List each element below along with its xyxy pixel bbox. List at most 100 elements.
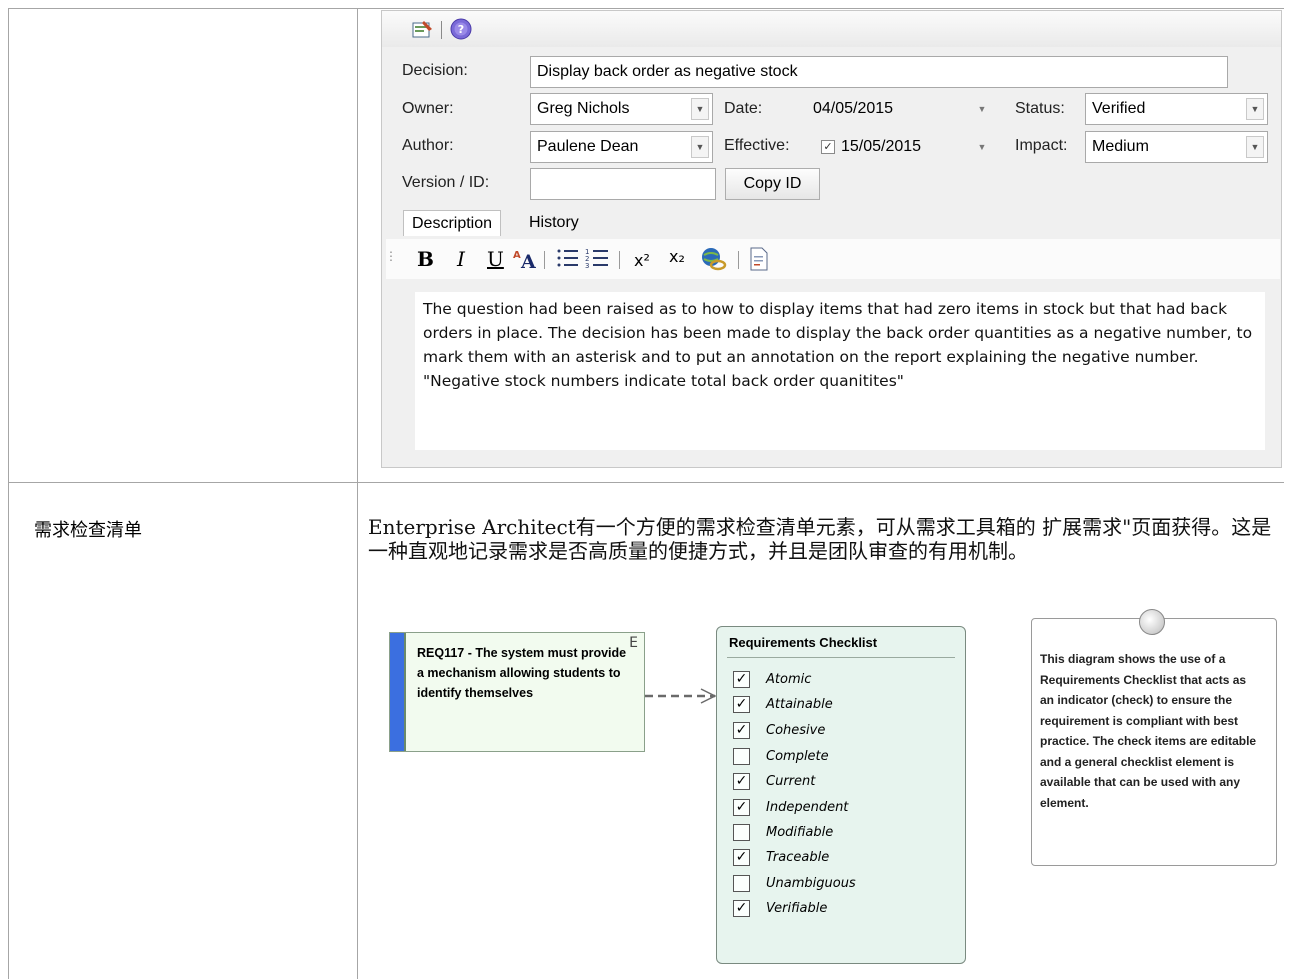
effective-value: 15/05/2015 [841,138,922,155]
hyperlink-icon[interactable] [701,247,727,276]
requirement-text: REQ117 - The system must provide a mecha… [417,646,627,700]
checklist-item: ✓ Independent [733,796,848,818]
copy-id-button-label: Copy ID [743,175,802,192]
pin-icon [1139,609,1165,635]
date-value: 04/05/2015 [813,100,894,117]
checklist-item-label: Modifiable [766,824,834,840]
checklist-item-label: Attainable [766,696,833,712]
row-label-requirements-checklist: 需求检查清单 [34,520,142,541]
requirement-color-bar [390,633,406,751]
tab-description-label: Description [412,214,493,232]
tab-history-label: History [529,214,579,231]
impact-combo[interactable]: Medium ▼ [1085,131,1268,163]
version-field[interactable] [530,168,716,200]
checklist-item-label: Unambiguous [766,875,856,891]
svg-text:3: 3 [585,262,589,269]
checkbox-unchecked-icon [733,874,750,892]
note-text: This diagram shows the use of a Requirem… [1040,652,1257,810]
checklist-divider [727,657,955,658]
table-border-top [8,8,1284,9]
font-color-icon[interactable]: AA [513,247,539,276]
checklist-item: ✓ Cohesive [733,719,825,741]
version-label: Version / ID: [402,174,490,191]
date-picker[interactable]: 04/05/2015 ▼ [812,93,992,125]
document-icon[interactable] [749,247,769,276]
chevron-down-icon[interactable]: ▼ [1246,136,1264,158]
effective-label: Effective: [724,137,790,154]
owner-value: Greg Nichols [537,100,630,117]
table-column-divider [357,8,358,979]
toolbar-separator [544,251,545,269]
chevron-down-icon[interactable]: ▼ [691,136,709,158]
checklist-title: Requirements Checklist [729,635,878,650]
checklist-item-label: Cohesive [766,722,826,738]
properties-icon[interactable] [412,19,434,44]
checklist-item-label: Traceable [766,849,830,865]
toolbar-separator [441,21,442,39]
checklist-item: ✓ Verifiable [733,897,827,919]
svg-text:?: ? [458,23,464,36]
toolbar-separator [619,251,620,269]
toolbar-grip-icon: ⋮ [385,249,397,263]
checkbox-checked-icon: ✓ [733,695,750,713]
svg-text:A: A [513,250,521,261]
owner-combo[interactable]: Greg Nichols ▼ [530,93,713,125]
checklist-item-label: Atomic [766,671,812,687]
author-label: Author: [402,137,454,154]
bold-button[interactable]: B [417,247,434,271]
checkbox-checked-icon: ✓ [733,848,750,866]
dependency-connector [645,688,717,704]
numbered-list-icon[interactable]: 123 [585,247,611,274]
checklist-item: Unambiguous [733,872,856,894]
checklist-item-label: Current [766,773,816,789]
checkbox-checked-icon: ✓ [733,798,750,816]
date-label: Date: [724,100,763,117]
checklist-item: ✓ Atomic [733,668,811,690]
help-icon[interactable]: ? [450,18,472,45]
description-text: The question had been raised as to how t… [423,300,1253,390]
subscript-button[interactable]: x₂ [669,247,685,266]
table-row-divider [8,482,1284,483]
bulleted-list-icon[interactable] [556,247,580,274]
checkbox-unchecked-icon [733,823,750,841]
author-combo[interactable]: Paulene Dean ▼ [530,131,713,163]
author-value: Paulene Dean [537,138,639,155]
status-value: Verified [1092,100,1146,117]
superscript-button[interactable]: x² [634,251,650,270]
status-label: Status: [1015,100,1065,117]
effective-checkbox[interactable]: ✓ [821,140,835,154]
note-element: This diagram shows the use of a Requirem… [1031,609,1277,866]
description-editor[interactable]: The question had been raised as to how t… [415,292,1265,450]
checkbox-checked-icon: ✓ [733,772,750,790]
checklist-item-label: Complete [766,748,829,764]
checkbox-checked-icon: ✓ [733,721,750,739]
impact-value: Medium [1092,138,1149,155]
checklist-item: Modifiable [733,821,833,843]
svg-text:A: A [520,251,536,271]
chevron-down-icon[interactable]: ▼ [975,138,989,156]
decision-label: Decision: [402,62,468,79]
tab-description[interactable]: Description [403,210,502,236]
dialog-toolbar: ? [382,11,1281,47]
decision-value: Display back order as negative stock [537,63,798,80]
checkbox-unchecked-icon [733,747,750,765]
rich-text-toolbar: ⋮ B I U AA 123 x² x₂ [385,239,1280,279]
status-combo[interactable]: Verified ▼ [1085,93,1268,125]
italic-button[interactable]: I [457,247,465,271]
checklist-item: Complete [733,745,829,767]
owner-label: Owner: [402,100,454,117]
effective-date-picker[interactable]: ✓ 15/05/2015 ▼ [816,131,992,163]
checklist-item: ✓ Traceable [733,846,829,868]
chevron-down-icon[interactable]: ▼ [1246,98,1264,120]
copy-id-button[interactable]: Copy ID [725,168,820,200]
underline-button[interactable]: U [487,247,504,271]
chevron-down-icon[interactable]: ▼ [975,100,989,118]
tab-history[interactable]: History [521,210,587,236]
checklist-item-label: Verifiable [766,900,828,916]
chevron-down-icon[interactable]: ▼ [691,98,709,120]
checklist-item-label: Independent [766,799,849,815]
checkbox-checked-icon: ✓ [733,899,750,917]
checklist-item: ✓ Current [733,770,815,792]
decision-field[interactable]: Display back order as negative stock [530,56,1228,88]
requirement-marker: E [629,635,638,651]
